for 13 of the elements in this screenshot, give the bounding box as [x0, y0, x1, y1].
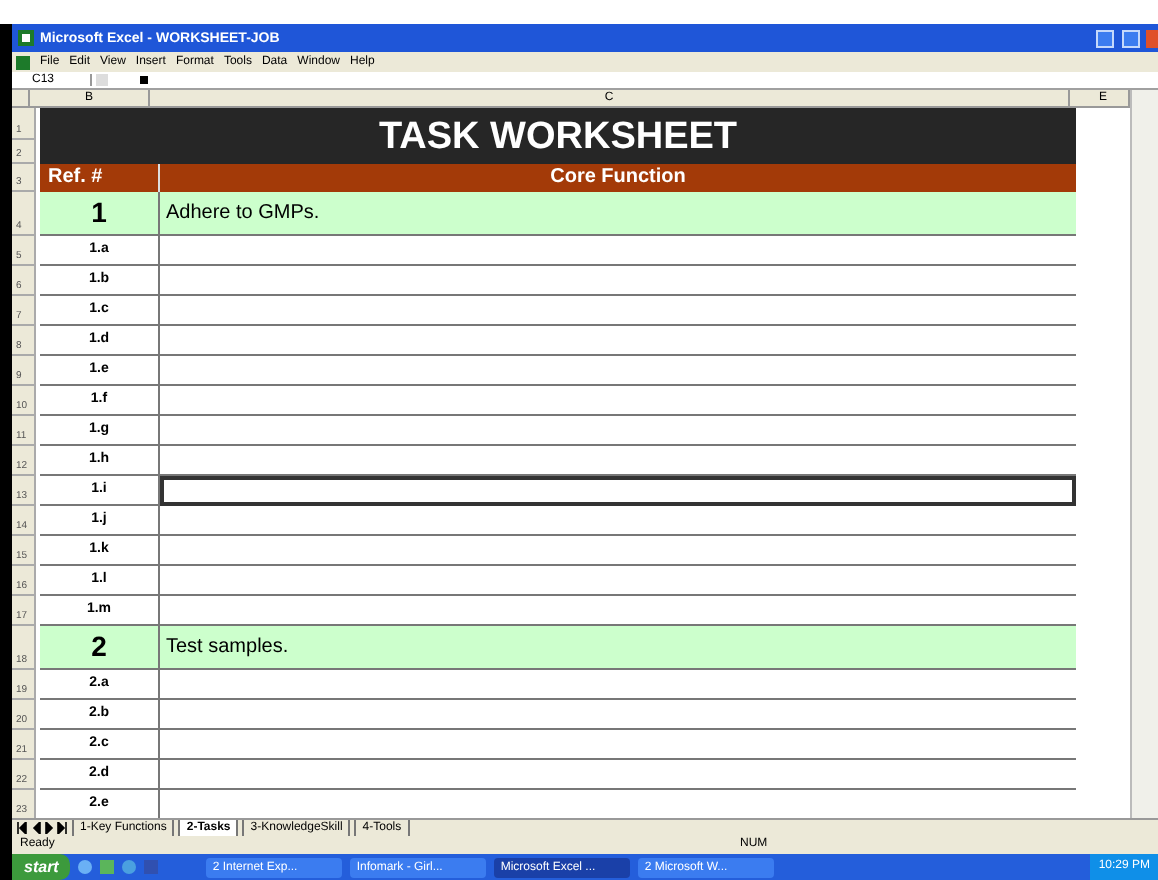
tab-scroll-arrows-icon[interactable]	[16, 822, 68, 834]
function-cell[interactable]: Adhere to GMPs.	[160, 192, 1076, 236]
close-button[interactable]	[1146, 29, 1158, 47]
start-button[interactable]: start	[12, 854, 71, 880]
minimize-button[interactable]	[1096, 29, 1114, 47]
worksheet-title: TASK WORKSHEET	[40, 108, 1076, 164]
reference-cell: 1	[40, 192, 160, 236]
reference-cell: 2	[40, 626, 160, 670]
maximize-button[interactable]	[1122, 29, 1140, 47]
selected-cell[interactable]	[160, 476, 1076, 506]
function-cell[interactable]: Test samples.	[160, 626, 1076, 670]
column-heading: Core Function	[160, 164, 1076, 192]
column-heading: Ref. #	[40, 164, 160, 192]
